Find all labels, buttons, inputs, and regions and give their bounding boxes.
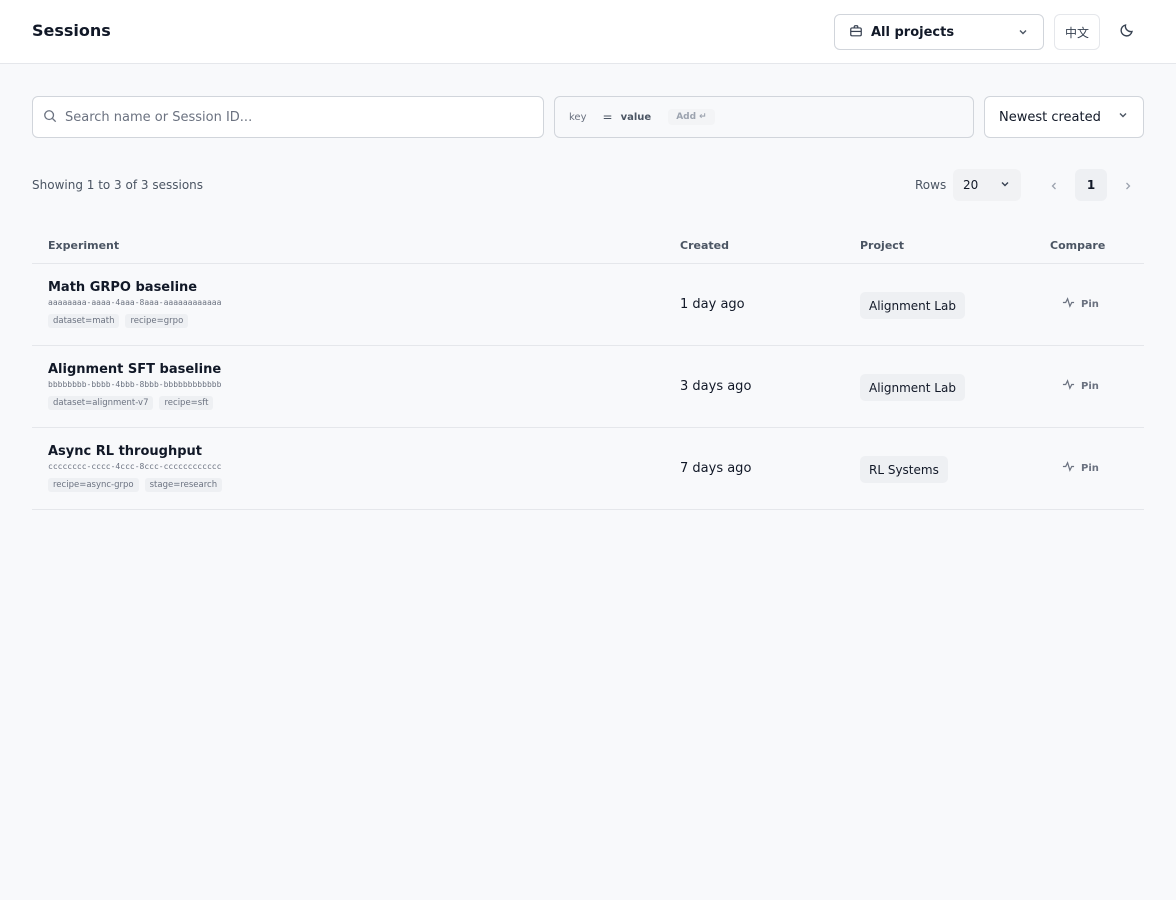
pin-button[interactable]: Pin — [1056, 292, 1105, 316]
next-page-button[interactable] — [1116, 169, 1140, 201]
created-time: 1 day ago — [680, 297, 745, 312]
tag-list: dataset=math recipe=grpo — [48, 314, 189, 328]
column-header-created: Created — [680, 239, 729, 252]
table-row[interactable]: Alignment SFT baseline bbbbbbbb-bbbb-4bb… — [32, 346, 1144, 428]
column-header-project: Project — [860, 239, 905, 252]
top-header: Sessions All projects 中文 — [0, 0, 1176, 64]
tag-chip: recipe=async-grpo — [48, 478, 139, 492]
pin-button[interactable]: Pin — [1056, 456, 1105, 480]
tag-chip: stage=research — [144, 478, 223, 492]
chevron-right-icon — [1123, 176, 1133, 195]
moon-icon — [1119, 22, 1135, 42]
sort-selector-label: Newest created — [999, 109, 1101, 125]
experiment-name[interactable]: Alignment SFT baseline — [48, 362, 221, 377]
activity-icon — [1062, 296, 1075, 312]
previous-page-button[interactable] — [1042, 169, 1066, 201]
experiment-name[interactable]: Math GRPO baseline — [48, 280, 197, 295]
project-badge: Alignment Lab — [860, 374, 965, 401]
chevron-left-icon — [1049, 176, 1059, 195]
tag-chip: dataset=math — [48, 314, 120, 328]
theme-toggle-button[interactable] — [1110, 14, 1144, 50]
rows-per-page-select[interactable]: 20 — [953, 169, 1021, 201]
page-title: Sessions — [32, 21, 111, 40]
tag-chip: recipe=sft — [159, 396, 214, 410]
column-header-experiment: Experiment — [48, 239, 120, 252]
tag-value-input[interactable]: value — [621, 112, 652, 123]
pin-button-label: Pin — [1081, 462, 1099, 474]
session-id: cccccccc-cccc-4ccc-8ccc-cccccccccccc — [48, 462, 222, 471]
session-id: aaaaaaaa-aaaa-4aaa-8aaa-aaaaaaaaaaaa — [48, 298, 222, 307]
search-icon — [43, 108, 57, 127]
current-page-button[interactable]: 1 — [1075, 169, 1107, 201]
add-tag-filter-button[interactable]: Add ↵ — [668, 109, 715, 125]
pin-button[interactable]: Pin — [1056, 374, 1105, 398]
activity-icon — [1062, 378, 1075, 394]
project-selector-label: All projects — [871, 24, 955, 40]
created-time: 7 days ago — [680, 461, 752, 476]
tag-list: dataset=alignment-v7 recipe=sft — [48, 396, 214, 410]
tag-key-input[interactable]: key — [569, 112, 587, 123]
rows-per-page-value: 20 — [963, 178, 979, 192]
table-header: Experiment Created Project Compare — [32, 226, 1144, 264]
experiment-name[interactable]: Async RL throughput — [48, 444, 202, 459]
briefcase-icon — [849, 23, 863, 42]
activity-icon — [1062, 460, 1075, 476]
rows-per-page-label: Rows — [915, 178, 947, 192]
pin-button-label: Pin — [1081, 298, 1099, 310]
chevron-down-icon — [1117, 109, 1129, 125]
chevron-down-icon — [1017, 23, 1029, 42]
column-header-compare: Compare — [1050, 239, 1106, 252]
session-id: bbbbbbbb-bbbb-4bbb-8bbb-bbbbbbbbbbbb — [48, 380, 222, 389]
sort-selector[interactable]: Newest created — [984, 96, 1144, 138]
project-badge: RL Systems — [860, 456, 948, 483]
tag-chip: recipe=grpo — [125, 314, 189, 328]
tag-chip: dataset=alignment-v7 — [48, 396, 154, 410]
chevron-down-icon — [999, 178, 1011, 193]
search-box[interactable] — [32, 96, 544, 138]
tag-list: recipe=async-grpo stage=research — [48, 478, 223, 492]
sessions-table: Experiment Created Project Compare Math … — [32, 226, 1144, 510]
table-row[interactable]: Async RL throughput cccccccc-cccc-4ccc-8… — [32, 428, 1144, 510]
table-row[interactable]: Math GRPO baseline aaaaaaaa-aaaa-4aaa-8a… — [32, 264, 1144, 346]
language-button[interactable]: 中文 — [1054, 14, 1100, 50]
project-selector[interactable]: All projects — [834, 14, 1044, 50]
tag-operator: = — [602, 110, 613, 124]
tag-filter[interactable]: key = value Add ↵ — [554, 96, 974, 138]
pin-button-label: Pin — [1081, 380, 1099, 392]
created-time: 3 days ago — [680, 379, 752, 394]
results-summary: Showing 1 to 3 of 3 sessions — [32, 178, 204, 192]
search-input[interactable] — [65, 109, 525, 125]
project-badge: Alignment Lab — [860, 292, 965, 319]
